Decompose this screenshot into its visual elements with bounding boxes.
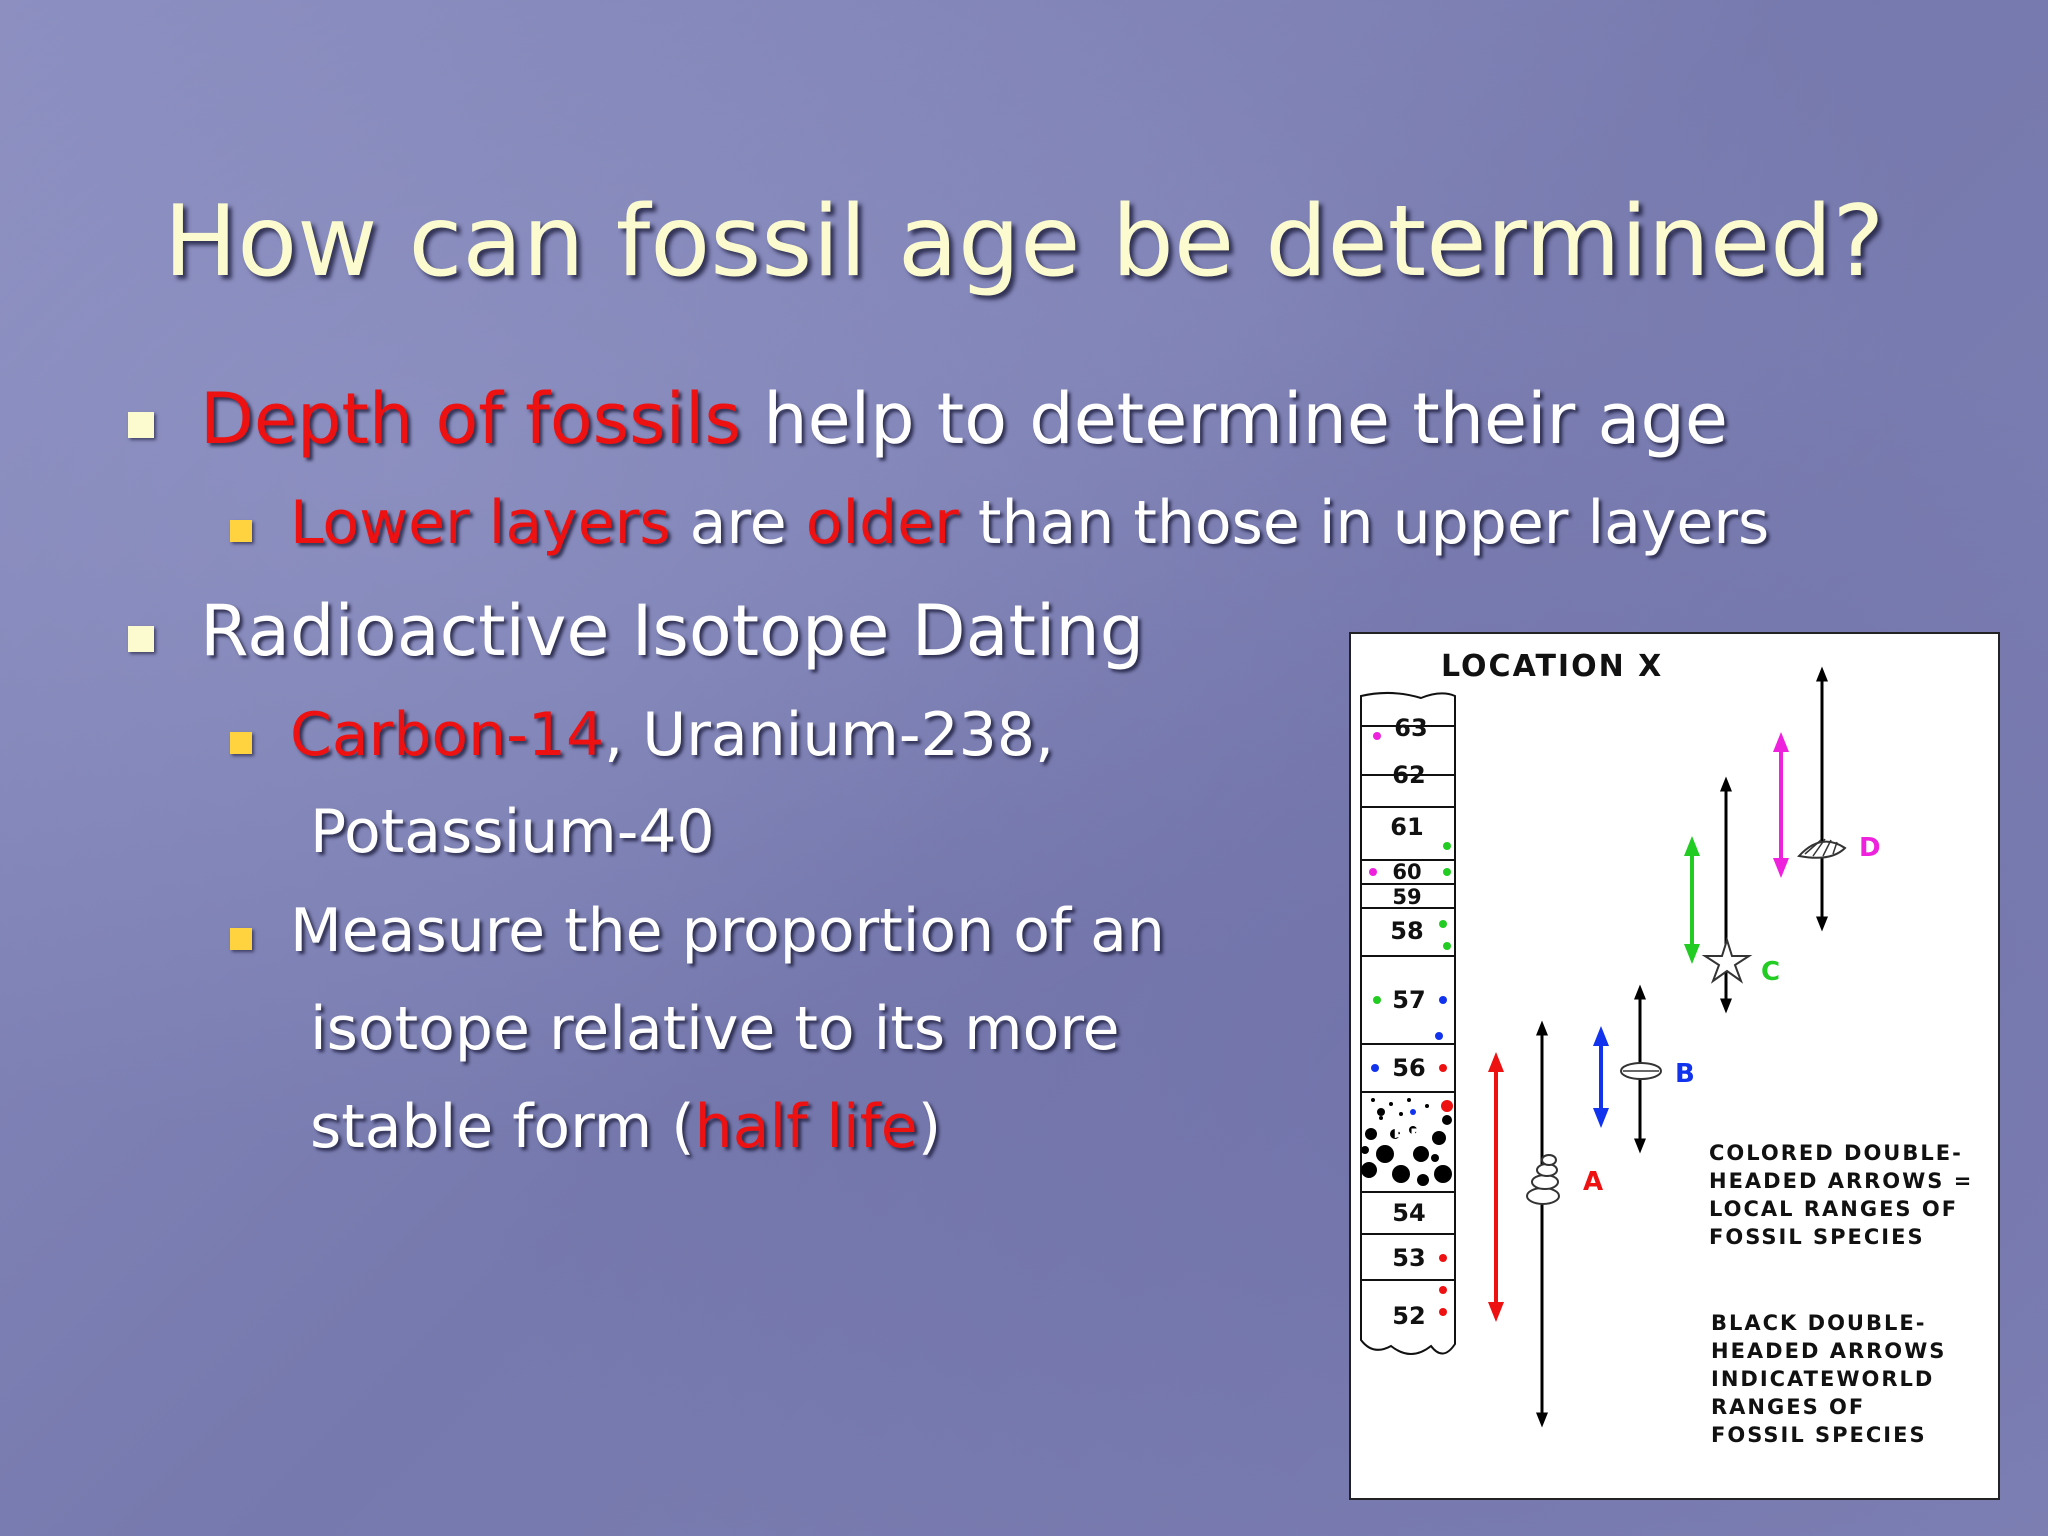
layer-label: 52 [1392, 1302, 1425, 1330]
highlight-older: older [805, 488, 959, 558]
sub-bullet-isotopes-line2: Potassium-40 [310, 797, 715, 867]
legend-line: HEADED ARROWS = [1709, 1169, 1973, 1193]
highlight-depth: Depth of fossils [200, 378, 741, 460]
legend-line: INDICATEWORLD [1711, 1367, 1934, 1391]
sub-bullet-marker [230, 928, 252, 950]
species-label-d: D [1859, 833, 1881, 863]
legend-note-black: BLACK DOUBLE- HEADED ARROWS INDICATEWORL… [1711, 1311, 1946, 1447]
species-label-b: B [1675, 1059, 1695, 1089]
sub-text: , Uranium-238, [604, 700, 1055, 770]
sub-text: stable form ( [310, 1092, 695, 1162]
layer-label: 57 [1392, 986, 1425, 1014]
sub-bullet-measure-line1: Measure the proportion of an [290, 896, 1165, 966]
highlight-half-life: half life [694, 1092, 918, 1162]
legend-note-colored: COLORED DOUBLE- HEADED ARROWS = LOCAL RA… [1709, 1141, 1973, 1249]
bullet-text: help to determine their age [740, 378, 1728, 460]
layer-label: 54 [1392, 1199, 1425, 1227]
bullet-marker [128, 626, 154, 652]
layer-label: 58 [1390, 917, 1423, 945]
species-label-a: A [1583, 1167, 1603, 1197]
diagram-heading: LOCATION X [1441, 649, 1663, 684]
brachiopod-fossil-icon [1797, 838, 1847, 859]
legend-line: FOSSIL SPECIES [1709, 1225, 1925, 1249]
layer-label: 56 [1392, 1054, 1425, 1082]
bullet-depth-of-fossils: Depth of fossils help to determine their… [200, 378, 1728, 460]
layer-label: 61 [1390, 813, 1423, 841]
legend-line: COLORED DOUBLE- [1709, 1141, 1963, 1165]
bullet-radioactive-dating: Radioactive Isotope Dating [200, 590, 1145, 672]
legend-line: FOSSIL SPECIES [1711, 1423, 1927, 1447]
legend-line: HEADED ARROWS [1711, 1339, 1946, 1363]
highlight-lower-layers: Lower layers [290, 488, 671, 558]
sub-text: are [670, 488, 806, 558]
legend-line: LOCAL RANGES OF [1709, 1197, 1958, 1221]
sub-bullet-isotopes: Carbon-14, Uranium-238, [290, 700, 1054, 770]
fossil-range-diagram: LOCATION X 63 62 61 60 59 58 57 56 55 54… [1349, 632, 2000, 1500]
layer-label: 60 [1392, 860, 1421, 884]
slide-title: How can fossil age be determined? [163, 185, 1885, 299]
layer-label: 53 [1392, 1244, 1425, 1272]
layer-label: 55 [1392, 1124, 1425, 1152]
sub-bullet-marker [230, 732, 252, 754]
highlight-carbon-14: Carbon-14 [290, 700, 605, 770]
species-label-c: C [1761, 957, 1780, 987]
layer-label: 63 [1394, 714, 1427, 742]
layer-label: 62 [1392, 761, 1425, 789]
layer-label: 59 [1392, 885, 1421, 909]
legend-line: RANGES OF [1711, 1395, 1865, 1419]
sub-bullet-lower-layers: Lower layers are older than those in upp… [290, 488, 1769, 558]
sub-bullet-marker [230, 520, 252, 542]
snail-fossil-icon [1526, 1154, 1560, 1205]
bullet-marker [128, 412, 154, 438]
clam-fossil-icon [1620, 1062, 1662, 1080]
sub-text: than those in upper layers [958, 488, 1770, 558]
sub-bullet-measure-line2: isotope relative to its more [310, 994, 1120, 1064]
sub-bullet-measure-line3: stable form (half life) [310, 1092, 941, 1162]
sub-text: ) [917, 1092, 942, 1162]
diagram-svg: LOCATION X 63 62 61 60 59 58 57 56 55 54… [1360, 649, 1973, 1447]
legend-line: BLACK DOUBLE- [1711, 1311, 1926, 1335]
